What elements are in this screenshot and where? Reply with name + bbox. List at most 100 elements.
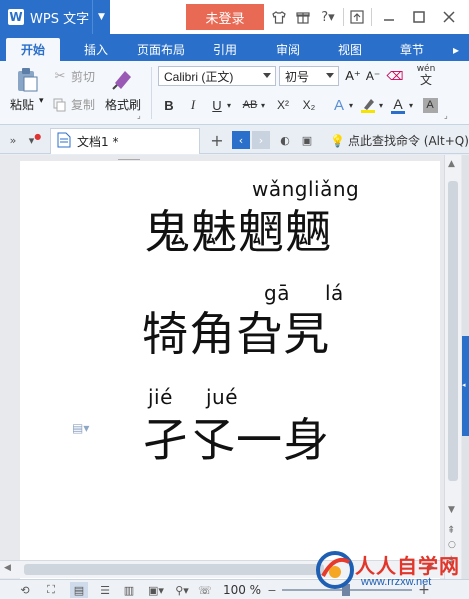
gift-icon[interactable] (294, 8, 312, 26)
site-watermark: 人人自学网 www.rrzxw.net (315, 548, 465, 594)
tab-page-layout[interactable]: 页面布局 (128, 38, 194, 61)
font-size-caret-icon (326, 73, 334, 78)
vertical-scrollbar[interactable]: ▲ ▼ ⇞ ○ ⇟ (444, 155, 461, 580)
title-separator (343, 8, 344, 26)
pinyin-guide-icon[interactable]: wén 文 (412, 63, 440, 87)
cut-label[interactable]: 剪切 (71, 68, 95, 85)
pinyin-la[interactable]: lá (325, 281, 344, 305)
web-view-icon[interactable]: ▣▾ (144, 582, 168, 598)
task-pane-arrow-icon: ◂ (462, 381, 466, 389)
close-icon[interactable] (440, 8, 458, 26)
help-icon[interactable]: ?▾ (316, 8, 340, 26)
scroll-down-icon[interactable]: ▼ (448, 505, 455, 515)
prev-page-icon[interactable]: ⇞ (447, 525, 455, 536)
new-tab-icon[interactable]: + (208, 131, 226, 150)
history-icon[interactable]: ⟲ (16, 582, 34, 598)
pinyin-ga[interactable]: gā (264, 281, 290, 305)
grow-font-icon[interactable]: A⁺ (344, 67, 362, 85)
vertical-scroll-thumb[interactable] (448, 181, 458, 481)
tab-scroll-left-icon[interactable]: ‹ (232, 131, 250, 149)
text-line-1[interactable]: 鬼魅魍魉 (144, 209, 332, 255)
font-size-select[interactable]: 初号 (279, 66, 339, 86)
font-color-button[interactable]: A (389, 95, 407, 115)
pinyin-wangliang[interactable]: wǎngliǎng (252, 177, 359, 201)
clear-format-icon[interactable]: ⌫ (386, 67, 404, 85)
paste-label[interactable]: 粘贴 (10, 96, 34, 113)
minimize-icon[interactable] (380, 8, 398, 26)
tab-insert[interactable]: 插入 (70, 38, 122, 61)
tab-more-icon[interactable]: ▸ (448, 38, 464, 61)
pinyin-guide-char: 文 (419, 72, 432, 87)
zoom-out-icon[interactable]: − (266, 582, 278, 598)
comment-icon[interactable]: ☏ (196, 582, 214, 598)
highlight-caret-icon[interactable]: ▾ (376, 95, 386, 115)
maximize-icon[interactable] (410, 8, 428, 26)
margin-marker (118, 159, 140, 160)
app-menu-caret-icon[interactable]: ▼ (92, 0, 110, 34)
outline-view-icon[interactable]: ☰ (96, 582, 114, 598)
wps-logo-icon: W (8, 9, 24, 25)
char-shading-icon[interactable]: A (421, 95, 439, 115)
app-menu-button[interactable]: W WPS 文字 ▼ (0, 0, 110, 34)
font-size-value: 初号 (285, 69, 310, 84)
backup-icon[interactable]: ◐ (276, 131, 294, 149)
format-painter-label[interactable]: 格式刷 (105, 96, 141, 113)
paragraph-layout-icon[interactable]: ▤▾ (72, 421, 89, 435)
login-button[interactable]: 未登录 (186, 4, 264, 30)
pinyin-jue[interactable]: jué (206, 385, 238, 409)
full-screen-icon[interactable]: ⛶ (42, 582, 60, 598)
copy-label[interactable]: 复制 (71, 96, 95, 113)
window-list-icon[interactable]: ▣ (298, 131, 316, 149)
tab-scroll-right-icon[interactable]: › (252, 131, 270, 149)
font-name-select[interactable]: Calibri (正文) (158, 66, 276, 86)
horizontal-scroll-thumb[interactable] (24, 564, 324, 575)
task-pane-toggle[interactable]: ◂ (462, 336, 469, 436)
font-color-caret-icon[interactable]: ▾ (406, 95, 416, 115)
bold-button[interactable]: B (160, 95, 178, 115)
underline-caret-icon[interactable]: ▾ (224, 95, 234, 115)
paste-caret-icon[interactable]: ▾ (39, 96, 44, 106)
format-painter-icon[interactable] (110, 66, 136, 92)
quick-access-menu-icon[interactable]: ▾ ● (26, 131, 44, 149)
strikethrough-button[interactable]: AB (240, 95, 260, 115)
page-view-icon[interactable]: ▤ (70, 582, 88, 598)
watermark-logo-icon (316, 551, 354, 589)
pinyin-jie[interactable]: jié (148, 385, 173, 409)
italic-button[interactable]: I (184, 95, 202, 115)
text-line-3[interactable]: 孑孓一身 (142, 417, 330, 463)
tab-home[interactable]: 开始 (6, 38, 60, 61)
shrink-font-icon[interactable]: A⁻ (364, 67, 382, 85)
skin-shirt-icon[interactable] (270, 8, 288, 26)
font-color-glyph: A (393, 95, 403, 112)
tab-references[interactable]: 引用 (200, 38, 250, 61)
clipboard-expand-icon[interactable]: ⌟ (137, 111, 141, 120)
command-search[interactable]: 💡 点此查找命令 (Alt+Q) (330, 132, 469, 149)
font-name-caret-icon (263, 73, 271, 78)
text-effect-caret-icon[interactable]: ▾ (346, 95, 356, 115)
document-icon (57, 132, 71, 151)
document-tab-name: 文档1 * (77, 135, 119, 149)
zoom-level[interactable]: 100 % (220, 582, 264, 598)
highlight-icon[interactable] (358, 95, 378, 115)
tab-section[interactable]: 章节 (386, 38, 438, 61)
document-page[interactable]: wǎngliǎng 鬼魅魍魉 gā lá 犄角旮旯 jié jué 孑孓一身 ▤… (20, 159, 440, 581)
app-name: WPS 文字 (30, 11, 90, 27)
tab-view[interactable]: 视图 (324, 38, 376, 61)
tab-review[interactable]: 审阅 (262, 38, 314, 61)
eye-protection-icon[interactable]: ⚲▾ (170, 582, 194, 598)
text-line-2[interactable]: 犄角旮旯 (142, 311, 330, 357)
subscript-button[interactable]: X₂ (298, 95, 320, 115)
superscript-button[interactable]: X² (272, 95, 294, 115)
title-bar: W WPS 文字 ▼ 未登录 ?▾ (0, 0, 469, 34)
strikethrough-caret-icon[interactable]: ▾ (258, 95, 268, 115)
reading-view-icon[interactable]: ▥ (120, 582, 138, 598)
scroll-up-icon[interactable]: ▲ (448, 159, 455, 169)
quick-access-expand-icon[interactable]: » (4, 131, 22, 149)
font-color-swatch (391, 110, 405, 114)
command-search-label: 点此查找命令 (Alt+Q) (347, 134, 469, 148)
font-expand-icon[interactable]: ⌟ (444, 111, 448, 120)
paste-icon[interactable] (14, 67, 40, 93)
document-tab[interactable]: 文档1 * (50, 128, 200, 154)
scroll-left-icon[interactable]: ◀ (4, 563, 11, 573)
upload-icon[interactable] (347, 8, 367, 26)
